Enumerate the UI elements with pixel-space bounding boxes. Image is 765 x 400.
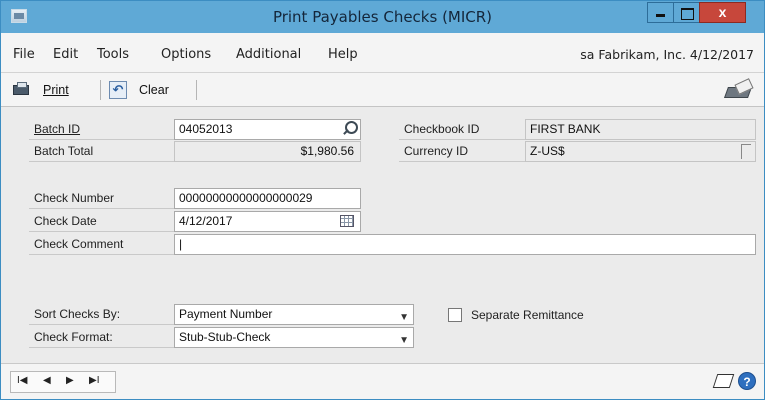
title-bar[interactable]: Print Payables Checks (MICR) x [1,1,764,33]
toolbar-separator [100,80,101,100]
batch-id-field[interactable]: 04052013 [174,119,361,140]
menu-edit[interactable]: Edit [53,47,78,62]
lookup-icon[interactable] [341,121,358,137]
sort-checks-by-label: Sort Checks By: [29,304,174,325]
note-icon[interactable] [712,374,735,388]
chevron-down-icon: ▼ [399,335,409,346]
check-number-field[interactable]: 00000000000000000029 [174,188,361,209]
check-comment-value: | [179,237,183,251]
print-label: Print [43,83,69,97]
toolbar-separator [196,80,197,100]
minimize-button[interactable] [647,2,674,23]
check-date-label: Check Date [29,211,174,232]
separate-remittance-checkbox[interactable] [448,308,462,322]
checkbook-id-label: Checkbook ID [399,119,525,140]
batch-total-field: $1,980.56 [174,141,361,162]
undo-icon: ↶ [109,81,127,99]
menu-file[interactable]: File [13,47,35,62]
check-format-select[interactable]: Stub-Stub-Check ▼ [174,327,414,348]
currency-id-value: Z-US$ [530,144,565,158]
menu-tools[interactable]: Tools [97,47,129,62]
check-comment-field[interactable]: | [174,234,756,255]
next-record-button[interactable]: ▶ [66,375,74,386]
check-comment-label: Check Comment [29,234,174,255]
toolbar: Print ↶ Clear [1,73,764,107]
menu-help[interactable]: Help [328,47,358,62]
menu-options[interactable]: Options [161,47,211,62]
checkbook-id-field: FIRST BANK [525,119,756,140]
close-icon: x [718,4,727,20]
maximize-button[interactable] [673,2,700,23]
first-record-button[interactable]: I◀ [17,375,27,386]
check-format-label: Check Format: [29,327,174,348]
batch-id-value: 04052013 [179,122,233,136]
clear-label: Clear [139,83,169,97]
separate-remittance-label: Separate Remittance [471,308,584,322]
record-navigation: I◀ ◀ ▶ ▶I [10,371,116,393]
user-company-date: sa Fabrikam, Inc. 4/12/2017 [580,47,754,62]
help-icon[interactable]: ? [738,372,756,390]
menu-bar: File Edit Tools Options Additional Help … [1,33,764,73]
menu-additional[interactable]: Additional [236,47,301,62]
batch-id-label[interactable]: Batch ID [29,119,174,140]
check-number-label: Check Number [29,188,174,209]
batch-total-label: Batch Total [29,141,174,162]
currency-id-field: Z-US$ [525,141,756,162]
print-button[interactable]: Print [13,81,69,99]
check-date-value: 4/12/2017 [179,214,233,228]
chevron-down-icon: ▼ [399,312,409,323]
sort-checks-by-select[interactable]: Payment Number ▼ [174,304,414,325]
checkbook-id-value: FIRST BANK [530,122,601,136]
currency-id-label: Currency ID [399,141,525,162]
last-record-button[interactable]: ▶I [89,375,99,386]
clear-button[interactable]: ↶ Clear [109,81,169,99]
previous-record-button[interactable]: ◀ [43,375,51,386]
status-bar: I◀ ◀ ▶ ▶I ? [1,363,764,399]
check-date-field[interactable]: 4/12/2017 [174,211,361,232]
printer-icon [13,82,29,95]
check-number-value: 00000000000000000029 [179,191,313,205]
sort-checks-by-value: Payment Number [179,307,273,321]
close-button[interactable]: x [699,2,746,23]
print-payables-checks-window: Print Payables Checks (MICR) x File Edit… [0,0,765,400]
batch-total-value: $1,980.56 [300,144,354,158]
check-format-value: Stub-Stub-Check [179,330,271,344]
calendar-icon[interactable] [340,215,354,227]
expand-icon[interactable] [741,144,751,159]
check-form: Batch ID 04052013 Checkbook ID FIRST BAN… [1,108,764,363]
print-preview-icon[interactable] [724,80,754,100]
